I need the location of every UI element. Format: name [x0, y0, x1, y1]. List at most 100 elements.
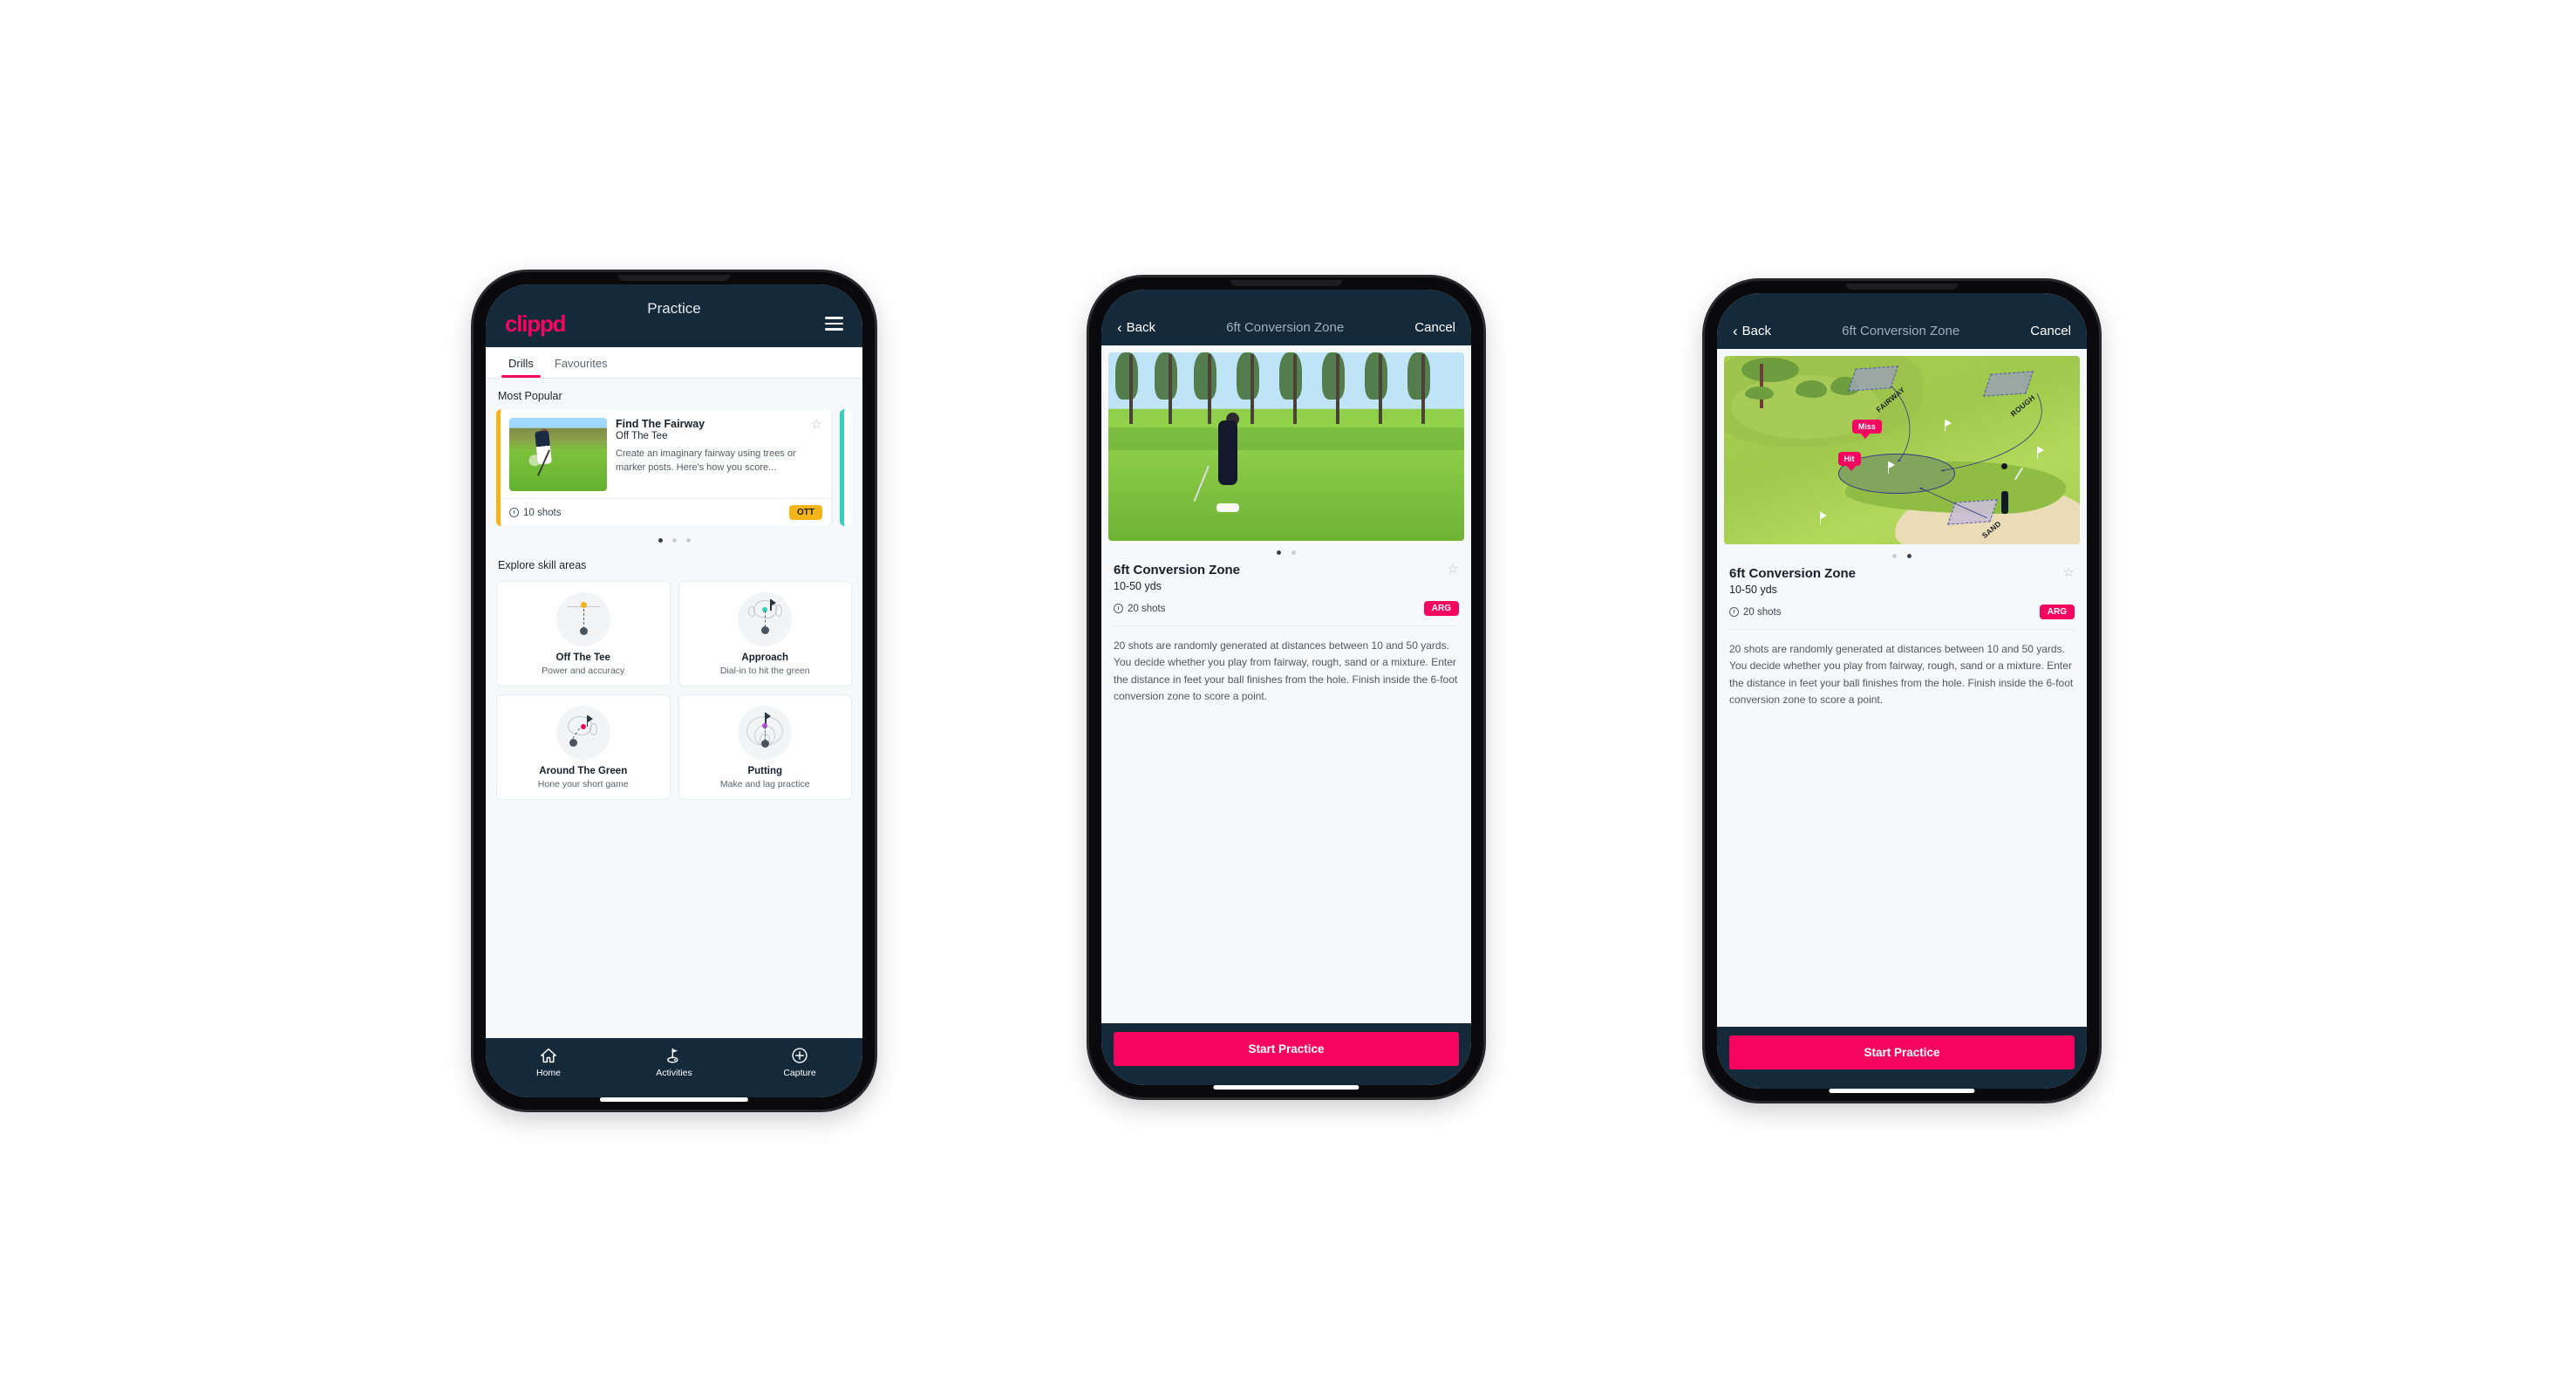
phone2-screen: ‹ Back 6ft Conversion Zone Cancel 6ft Co… [1101, 290, 1471, 1085]
drill-detail-panel: FAIRWAY ROUGH SAND Miss Hit 6ft Conversi… [1717, 349, 2087, 1027]
skill-card-approach[interactable]: Approach Dial-in to hit the green [678, 581, 852, 687]
app-header: clippd Practice [486, 284, 862, 347]
skill-desc: Hone your short game [537, 779, 629, 789]
photo-golfer-body [1218, 420, 1238, 485]
detail-shots: 20 shots [1729, 607, 1781, 618]
marker-hit: Hit [1837, 452, 1861, 472]
drill-title: Find The Fairway [616, 418, 705, 430]
drill-detail-panel: 6ft Conversion Zone 10-50 yds ☆ 20 shots… [1101, 345, 1471, 1023]
drill-thumbnail [509, 418, 607, 491]
chevron-left-icon: ‹ [1117, 319, 1122, 336]
tab-drills[interactable]: Drills [498, 347, 544, 378]
cancel-button[interactable]: Cancel [2030, 324, 2071, 338]
drill-detail-description: 20 shots are randomly generated at dista… [1114, 639, 1458, 703]
skill-card-off-the-tee[interactable]: Off The Tee Power and accuracy [496, 581, 671, 687]
star-outline-icon[interactable]: ☆ [811, 418, 822, 431]
media-slot[interactable] [1101, 345, 1471, 541]
phone-mockup-drill-detail-video: ‹ Back 6ft Conversion Zone Cancel 6ft Co… [1089, 277, 1483, 1097]
page-title: Practice [647, 300, 701, 317]
home-indicator [1829, 1089, 1975, 1093]
navbar-title: 6ft Conversion Zone [1226, 320, 1345, 335]
detail-shots-label: 20 shots [1743, 606, 1782, 618]
detail-navbar: ‹ Back 6ft Conversion Zone Cancel [1101, 290, 1471, 345]
detail-heading: 6ft Conversion Zone 10-50 yds ☆ [1729, 566, 2075, 596]
drill-description: Create an imaginary fairway using trees … [616, 448, 796, 473]
phone-mockup-practice-list: clippd Practice Drills Favourites Most P… [474, 272, 875, 1110]
short-game-icon [555, 706, 610, 760]
drill-badge-arg: ARG [1423, 601, 1459, 616]
carousel-dot-2[interactable] [671, 538, 677, 543]
phone1-content: Most Popular Find The Fairway Off The Te… [486, 379, 862, 1038]
skill-name: Around The Green [539, 766, 628, 776]
detail-shots: 20 shots [1114, 604, 1165, 614]
drill-detail-distance: 10-50 yds [1114, 580, 1162, 592]
diagram-golfer-head [2000, 462, 2007, 469]
carousel-dot-1[interactable] [658, 538, 663, 543]
section-explore-title: Explore skill areas [498, 559, 587, 571]
flag-pin-icon [1887, 461, 1895, 474]
bottom-nav-activities[interactable]: Activities [612, 1047, 737, 1078]
phone-mockup-drill-detail-diagram: ‹ Back 6ft Conversion Zone Cancel FAIRWA… [1705, 281, 2099, 1101]
home-icon [487, 1047, 611, 1064]
tab-favourites[interactable]: Favourites [544, 347, 618, 378]
photo-golf-club [1193, 465, 1210, 502]
start-practice-button[interactable]: Start Practice [1114, 1032, 1459, 1066]
putting-rings-icon [738, 706, 793, 760]
chevron-left-icon: ‹ [1733, 323, 1738, 339]
popular-carousel[interactable]: Find The Fairway Off The Tee ☆ Create an… [496, 409, 852, 526]
device-speaker [1230, 280, 1342, 286]
drill-card[interactable]: Find The Fairway Off The Tee ☆ Create an… [496, 409, 831, 526]
clock-icon [1114, 604, 1123, 613]
bottom-nav-label: Activities [656, 1068, 692, 1078]
star-outline-icon[interactable]: ☆ [1448, 563, 1459, 576]
media-dot-2[interactable] [1907, 554, 1912, 558]
drill-category: Off The Tee [616, 431, 668, 441]
golf-hole-diagram: FAIRWAY ROUGH SAND Miss Hit [1724, 356, 2080, 544]
golf-flag-icon [612, 1047, 737, 1064]
shot-arrows [1724, 356, 2080, 544]
clock-icon [509, 508, 519, 517]
flag-pin-icon [1944, 420, 1952, 433]
drill-card-footer: 10 shots OTT [501, 498, 831, 526]
carousel-dots [496, 526, 852, 548]
tab-bar: Drills Favourites [486, 347, 862, 379]
skill-name: Putting [747, 766, 783, 776]
back-button[interactable]: ‹ Back [1733, 324, 1771, 338]
bottom-nav-home[interactable]: Home [487, 1047, 611, 1078]
back-label: Back [1741, 324, 1772, 338]
bottom-nav-label: Capture [783, 1068, 816, 1078]
back-button[interactable]: ‹ Back [1117, 320, 1155, 335]
device-speaker [1846, 284, 1958, 290]
plus-circle-icon [738, 1047, 862, 1064]
home-indicator [1213, 1085, 1360, 1090]
media-dot-1[interactable] [1277, 550, 1281, 555]
carousel-dot-3[interactable] [685, 538, 691, 543]
hamburger-icon[interactable] [825, 317, 843, 331]
star-outline-icon[interactable]: ☆ [2063, 566, 2075, 579]
approach-green-icon [738, 592, 793, 646]
drill-card-text: Find The Fairway Off The Tee ☆ Create an… [616, 418, 822, 491]
skill-card-around-the-green[interactable]: Around The Green Hone your short game [496, 694, 671, 800]
media-dot-1[interactable] [1892, 554, 1897, 558]
drill-card-next-peek[interactable] [840, 409, 852, 526]
skill-name: Approach [741, 653, 789, 663]
golfer-chipping-photo [1108, 352, 1464, 541]
skill-desc: Make and lag practice [719, 779, 810, 789]
screenshot-stage: clippd Practice Drills Favourites Most P… [0, 0, 2576, 1387]
drill-detail-title: 6ft Conversion Zone [1114, 563, 1241, 577]
media-dots [1729, 544, 2075, 566]
media-dot-2[interactable] [1291, 550, 1296, 555]
home-indicator [599, 1097, 749, 1102]
navbar-title: 6ft Conversion Zone [1842, 324, 1960, 338]
detail-meta-row: 20 shots ARG [1729, 605, 2075, 630]
phone3-screen: ‹ Back 6ft Conversion Zone Cancel FAIRWA… [1717, 293, 2087, 1089]
start-practice-button[interactable]: Start Practice [1729, 1035, 2075, 1069]
detail-meta-row: 20 shots ARG [1114, 601, 1459, 626]
bottom-nav-capture[interactable]: Capture [738, 1047, 862, 1078]
flag-pin-icon [2037, 446, 2045, 459]
cancel-button[interactable]: Cancel [1414, 320, 1455, 335]
drill-detail-distance: 10-50 yds [1729, 584, 1777, 596]
skill-card-putting[interactable]: Putting Make and lag practice [678, 694, 852, 800]
back-label: Back [1126, 320, 1156, 335]
media-slot[interactable]: FAIRWAY ROUGH SAND Miss Hit [1717, 349, 2087, 544]
